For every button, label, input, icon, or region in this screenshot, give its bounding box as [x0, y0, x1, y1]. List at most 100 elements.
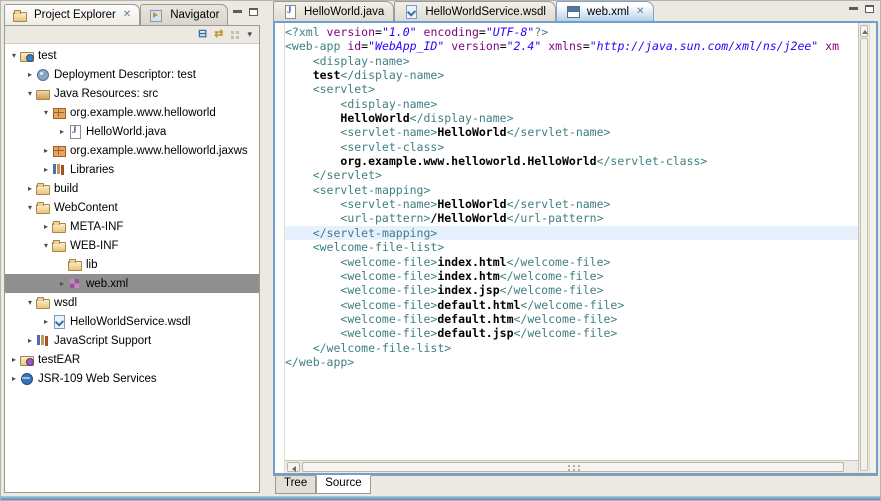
code-line: <welcome-file-list>: [285, 240, 858, 254]
expander-collapsed-icon[interactable]: ▸: [24, 70, 36, 79]
code-line: <welcome-file>index.htm</welcome-file>: [285, 269, 858, 283]
folder-icon: [36, 201, 50, 214]
code-line: HelloWorld</display-name>: [285, 111, 858, 125]
expander-collapsed-icon[interactable]: ▸: [40, 317, 52, 326]
code-line: <web-app id="WebApp_ID" version="2.4" xm…: [285, 39, 858, 53]
tree-item-webcontent[interactable]: ▾ WebContent: [5, 198, 259, 217]
horizontal-scrollbar[interactable]: [285, 460, 858, 473]
tree-item-web-inf[interactable]: ▾ WEB-INF: [5, 236, 259, 255]
expander-collapsed-icon[interactable]: ▸: [40, 146, 52, 155]
tree-item-label: HelloWorld.java: [86, 126, 166, 138]
tree-item-test[interactable]: ▾test: [5, 46, 259, 65]
tree-item-label: Java Resources: src: [54, 88, 158, 100]
code-line: <welcome-file>default.jsp</welcome-file>: [285, 326, 858, 340]
tree-item-javascript-support[interactable]: ▸ JavaScript Support: [5, 331, 259, 350]
code-line: org.example.www.helloworld.HelloWorld</s…: [285, 154, 858, 168]
close-icon[interactable]: ✕: [636, 7, 644, 17]
code-line: <servlet-name>HelloWorld</servlet-name>: [285, 197, 858, 211]
vertical-scroll-thumb[interactable]: [860, 38, 868, 471]
tab-label: Project Explorer: [34, 9, 116, 21]
view-toolbar: ⊟ ⇄ ▾: [5, 26, 259, 44]
tree-item-label: META-INF: [70, 221, 123, 233]
minimize-icon[interactable]: [233, 10, 242, 13]
tab-label: web.xml: [587, 6, 629, 18]
tree-item-wsdl[interactable]: ▾wsdl: [5, 293, 259, 312]
editor-tab-helloworld-java[interactable]: HelloWorld.java: [273, 1, 394, 21]
expander-expanded-icon[interactable]: ▾: [8, 51, 20, 60]
package-icon: [52, 144, 66, 157]
tree-item-org-example-www-helloworld[interactable]: ▾ org.example.www.helloworld: [5, 103, 259, 122]
tree-item-testear[interactable]: ▸testEAR: [5, 350, 259, 369]
horizontal-scroll-thumb[interactable]: [302, 462, 844, 472]
java-resources-icon: [36, 87, 50, 100]
tree-item-build[interactable]: ▸ build: [5, 179, 259, 198]
editor-page-tab-bar: TreeSource: [273, 475, 878, 496]
code-text[interactable]: <?xml version="1.0" encoding="UTF-8"?><w…: [285, 23, 858, 460]
expander-collapsed-icon[interactable]: ▸: [8, 374, 20, 383]
tree-item-libraries[interactable]: ▸Libraries: [5, 160, 259, 179]
folder-icon: [68, 258, 82, 271]
collapse-all-icon[interactable]: ⊟: [198, 29, 207, 40]
view-menu-icon[interactable]: ▾: [247, 30, 252, 39]
minimize-icon[interactable]: [849, 7, 858, 10]
tree-item-meta-inf[interactable]: ▸ META-INF: [5, 217, 259, 236]
scroll-left-icon[interactable]: [287, 462, 300, 472]
tree-item-label: JSR-109 Web Services: [38, 373, 157, 385]
expander-expanded-icon[interactable]: ▾: [24, 89, 36, 98]
sidebar-tab-navigator[interactable]: Navigator: [140, 4, 228, 25]
tree-item-label: build: [54, 183, 78, 195]
expander-expanded-icon[interactable]: ▾: [40, 108, 52, 117]
link-with-editor-icon[interactable]: ⇄: [214, 29, 223, 40]
editor-area: HelloWorld.javaHelloWorldService.wsdlweb…: [273, 1, 878, 496]
code-line: <welcome-file>index.jsp</welcome-file>: [285, 283, 858, 297]
tree-item-deployment-descriptor-test[interactable]: ▸Deployment Descriptor: test: [5, 65, 259, 84]
expander-collapsed-icon[interactable]: ▸: [56, 127, 68, 136]
expander-collapsed-icon[interactable]: ▸: [56, 279, 68, 288]
xml-source-editor: <?xml version="1.0" encoding="UTF-8"?><w…: [273, 21, 878, 475]
page-tab-source[interactable]: Source: [316, 475, 370, 494]
maximize-icon[interactable]: [249, 8, 258, 16]
code-column: <?xml version="1.0" encoding="UTF-8"?><w…: [285, 23, 858, 473]
code-line: <display-name>: [285, 54, 858, 68]
close-icon[interactable]: ✕: [123, 10, 131, 20]
tree-item-java-resources-src[interactable]: ▾ Java Resources: src: [5, 84, 259, 103]
project-explorer-icon: [13, 9, 27, 22]
tree-item-jsr-109-web-services[interactable]: ▸ JSR-109 Web Services: [5, 369, 259, 388]
code-line: </web-app>: [285, 355, 858, 369]
tree-item-helloworld-java[interactable]: ▸ HelloWorld.java: [5, 122, 259, 141]
expander-collapsed-icon[interactable]: ▸: [8, 355, 20, 364]
code-line: <welcome-file>default.htm</welcome-file>: [285, 312, 858, 326]
expander-expanded-icon[interactable]: ▾: [24, 203, 36, 212]
code-line: <servlet>: [285, 82, 858, 96]
page-tab-tree[interactable]: Tree: [275, 476, 316, 494]
tree-item-org-example-www-helloworld-jaxws[interactable]: ▸org.example.www.helloworld.jaxws: [5, 141, 259, 160]
code-line: <servlet-name>HelloWorld</servlet-name>: [285, 125, 858, 139]
expander-collapsed-icon[interactable]: ▸: [24, 336, 36, 345]
tree-item-label: WEB-INF: [70, 240, 119, 252]
tree-item-label: org.example.www.helloworld: [70, 107, 216, 119]
expander-expanded-icon[interactable]: ▾: [40, 241, 52, 250]
tree-item-label: lib: [86, 259, 98, 271]
scroll-up-icon[interactable]: [860, 25, 868, 37]
tab-label: Navigator: [170, 9, 219, 21]
tree-item-helloworldservice-wsdl[interactable]: ▸HelloWorldService.wsdl: [5, 312, 259, 331]
code-line: </welcome-file-list>: [285, 341, 858, 355]
tree-item-web-xml[interactable]: ▸web.xml: [5, 274, 259, 293]
expander-collapsed-icon[interactable]: ▸: [40, 165, 52, 174]
libraries-icon: [36, 334, 50, 347]
tree-item-lib[interactable]: lib: [5, 255, 259, 274]
project-explorer-content: ⊟ ⇄ ▾ ▾test▸Deployment Descriptor: test▾…: [4, 25, 260, 493]
tree-item-label: WebContent: [54, 202, 118, 214]
tree-item-label: JavaScript Support: [54, 335, 151, 347]
editor-tab-helloworldservice-wsdl[interactable]: HelloWorldService.wsdl: [394, 1, 556, 21]
expander-collapsed-icon[interactable]: ▸: [40, 222, 52, 231]
editor-tab-web-xml[interactable]: web.xml ✕: [556, 1, 655, 21]
annotation-ruler: [275, 23, 285, 473]
maximize-icon[interactable]: [865, 5, 874, 13]
sidebar-tab-project-explorer[interactable]: Project Explorer ✕: [4, 4, 140, 25]
vertical-scrollbar[interactable]: [858, 23, 869, 473]
code-line: <display-name>: [285, 97, 858, 111]
code-line: test</display-name>: [285, 68, 858, 82]
expander-collapsed-icon[interactable]: ▸: [24, 184, 36, 193]
expander-expanded-icon[interactable]: ▾: [24, 298, 36, 307]
